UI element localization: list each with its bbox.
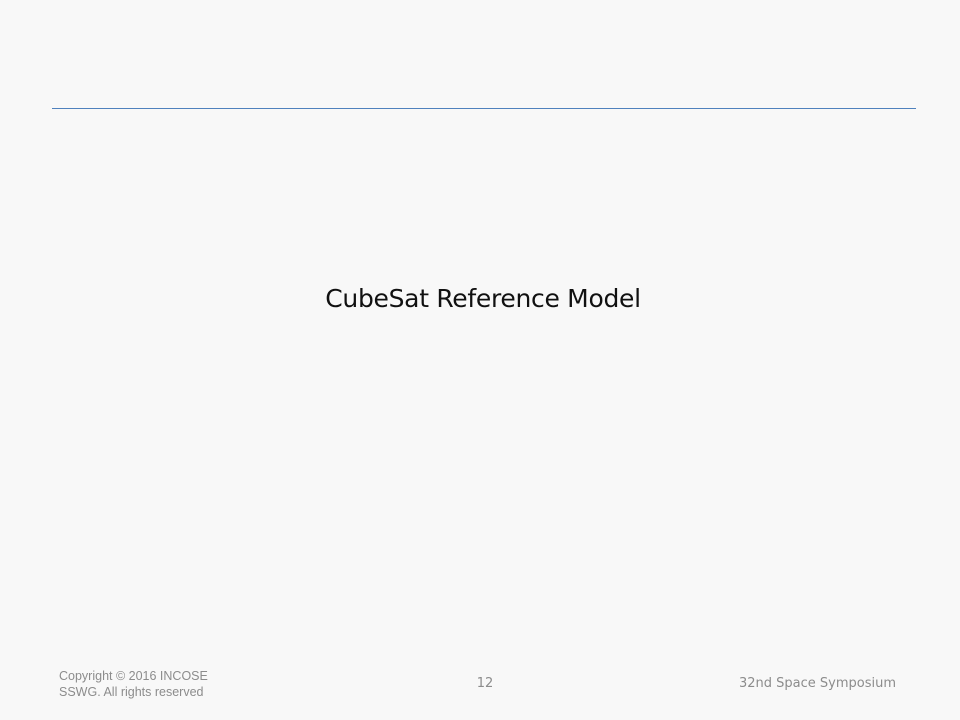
header-divider (52, 108, 916, 109)
slide-title: CubeSat Reference Model (325, 284, 641, 313)
footer-copyright: Copyright © 2016 INCOSE SSWG. All rights… (59, 669, 208, 699)
slide: CubeSat Reference Model Copyright © 2016… (0, 0, 960, 720)
footer-page-number: 12 (476, 676, 494, 691)
footer-event-name: 32nd Space Symposium (738, 676, 896, 691)
